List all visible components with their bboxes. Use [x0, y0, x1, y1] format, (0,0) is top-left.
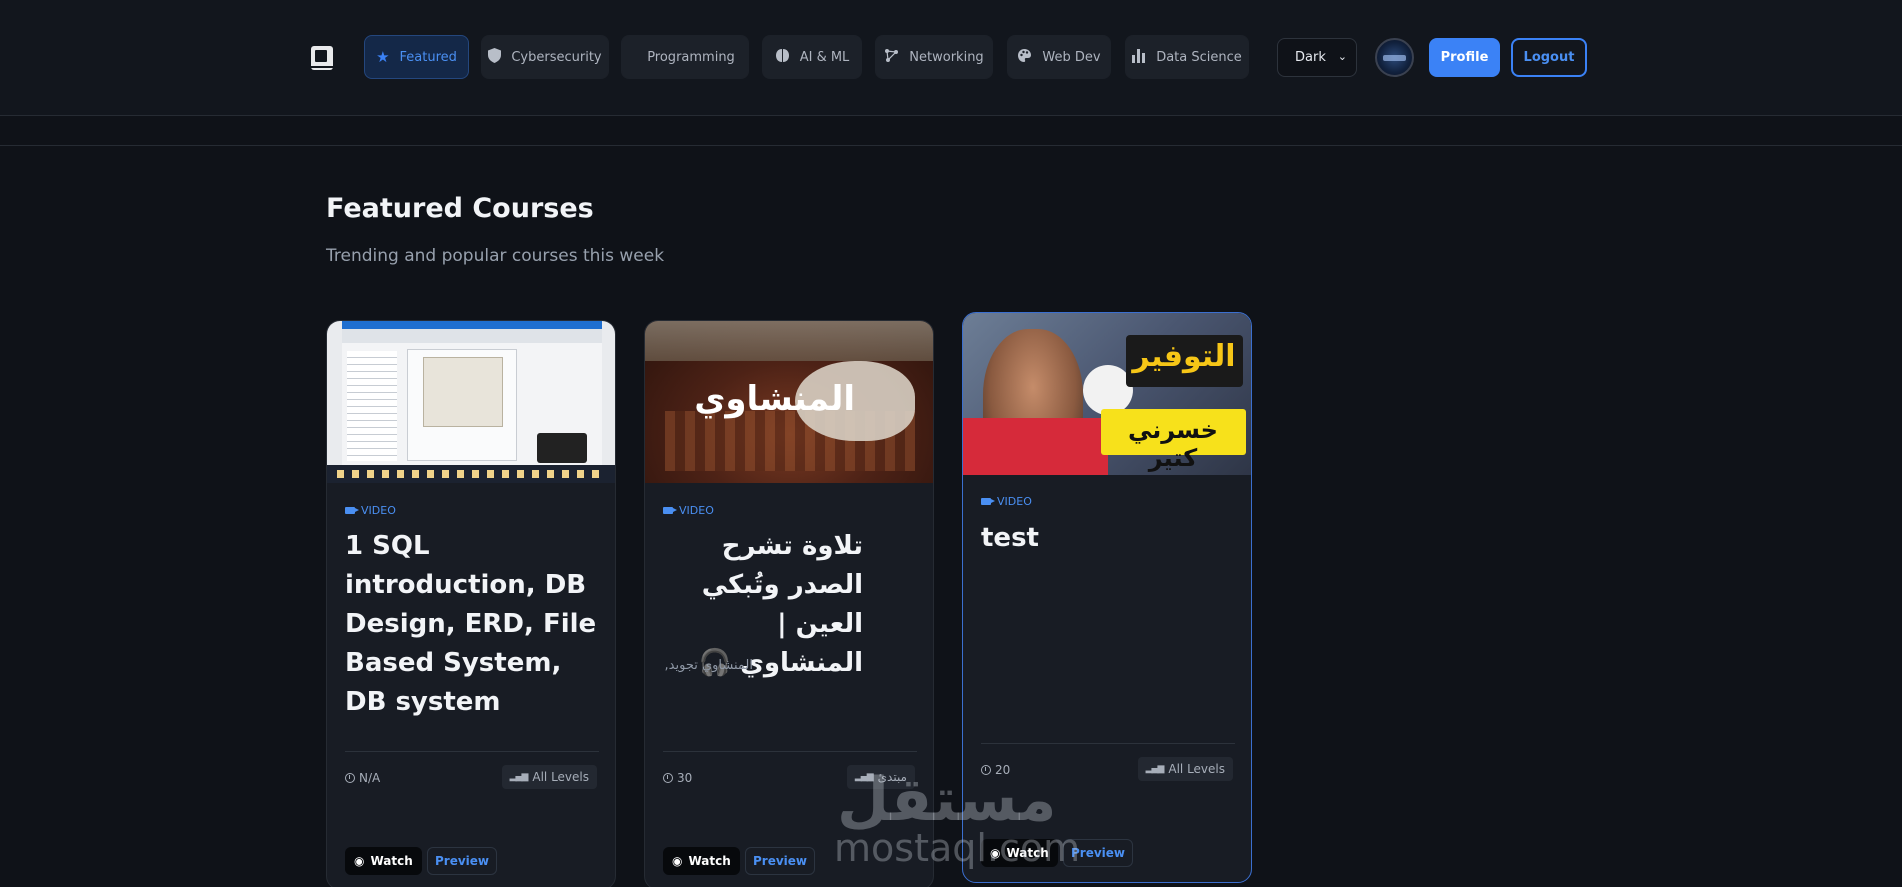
- eye-icon: ◉: [990, 846, 1001, 860]
- course-thumbnail[interactable]: التوفير خسرني كتير: [963, 313, 1251, 475]
- video-icon: [345, 507, 359, 514]
- type-badge: VIDEO: [663, 504, 714, 517]
- type-label: VIDEO: [997, 495, 1032, 508]
- video-icon: [981, 498, 995, 505]
- nav-label: Cybersecurity: [511, 49, 602, 65]
- shield-icon: [488, 48, 502, 66]
- chart-bar-icon: [1132, 48, 1146, 66]
- duration: N/A: [345, 771, 380, 785]
- theme-select[interactable]: Dark ⌄: [1277, 38, 1357, 77]
- logout-button[interactable]: Logout: [1511, 38, 1587, 77]
- signal-bars-icon: ▂▄▆: [509, 772, 529, 782]
- divider: [981, 743, 1235, 744]
- nav-networking[interactable]: Networking: [875, 35, 993, 79]
- type-label: VIDEO: [679, 504, 714, 517]
- preview-button[interactable]: Preview: [745, 847, 815, 875]
- signal-bars-icon: ▂▄▆: [854, 772, 874, 782]
- thumbnail-text: المنشاوي: [694, 379, 855, 419]
- network-icon: [884, 48, 899, 66]
- type-badge: VIDEO: [981, 495, 1032, 508]
- palette-icon: [1017, 48, 1032, 66]
- nav-ai-ml[interactable]: AI & ML: [762, 35, 862, 79]
- level-value: مبتدئ: [877, 770, 907, 784]
- watch-button[interactable]: ◉ Watch: [981, 839, 1058, 867]
- clock-icon: [663, 773, 673, 783]
- nav-cybersecurity[interactable]: Cybersecurity: [481, 35, 609, 79]
- divider: [0, 145, 1902, 146]
- nav-label: Web Dev: [1042, 49, 1101, 65]
- brain-icon: [775, 48, 790, 66]
- video-icon: [663, 507, 677, 514]
- chevron-down-icon: ⌄: [1337, 50, 1347, 63]
- watch-button[interactable]: ◉ Watch: [345, 847, 422, 875]
- duration: 20: [981, 763, 1010, 777]
- course-card[interactable]: التوفير خسرني كتير VIDEO test 20 ▂▄▆ All…: [962, 312, 1252, 883]
- duration: 30: [663, 771, 692, 785]
- signal-bars-icon: ▂▄▆: [1145, 764, 1165, 774]
- course-thumbnail[interactable]: المنشاوي: [645, 321, 933, 483]
- watch-button[interactable]: ◉ Watch: [663, 847, 740, 875]
- nav-label: Programming: [647, 49, 735, 65]
- course-title[interactable]: 1 SQL introduction, DB Design, ERD, File…: [345, 527, 601, 722]
- level-value: All Levels: [532, 770, 589, 784]
- course-title[interactable]: test: [981, 519, 1237, 558]
- course-description: المنشاوي تجويد,: [664, 658, 753, 673]
- type-label: VIDEO: [361, 504, 396, 517]
- level-badge: ▂▄▆ All Levels: [501, 765, 597, 789]
- section-subtitle: Trending and popular courses this week: [326, 246, 665, 266]
- duration-value: 20: [995, 763, 1011, 777]
- section-title: Featured Courses: [326, 193, 594, 224]
- nav-label: Featured: [399, 49, 457, 65]
- avatar[interactable]: [1375, 38, 1414, 77]
- thumbnail-text: التوفير: [1132, 339, 1236, 374]
- preview-button[interactable]: Preview: [1063, 839, 1133, 867]
- star-icon: ★: [376, 47, 390, 66]
- eye-icon: ◉: [672, 854, 683, 868]
- watch-label: Watch: [370, 854, 413, 868]
- thumbnail-text: خسرني كتير: [1128, 416, 1218, 472]
- duration-value: 30: [677, 771, 693, 785]
- type-badge: VIDEO: [345, 504, 396, 517]
- nav-data-science[interactable]: Data Science: [1125, 35, 1249, 79]
- preview-button[interactable]: Preview: [427, 847, 497, 875]
- clock-icon: [345, 773, 355, 783]
- nav-label: Networking: [909, 49, 984, 65]
- course-card[interactable]: VIDEO 1 SQL introduction, DB Design, ERD…: [326, 320, 616, 887]
- nav-label: AI & ML: [799, 49, 850, 65]
- nav-web-dev[interactable]: Web Dev: [1007, 35, 1111, 79]
- book-icon[interactable]: [311, 46, 333, 70]
- divider: [345, 751, 599, 752]
- course-card[interactable]: المنشاوي VIDEO تلاوة تشرح الصدر وتُبكي ا…: [644, 320, 934, 887]
- theme-select-value: Dark: [1295, 50, 1326, 65]
- course-thumbnail[interactable]: [327, 321, 615, 483]
- level-value: All Levels: [1168, 762, 1225, 776]
- divider: [663, 751, 917, 752]
- nav-programming[interactable]: Programming: [621, 35, 749, 79]
- nav-featured[interactable]: ★ Featured: [364, 35, 469, 79]
- clock-icon: [981, 765, 991, 775]
- eye-icon: ◉: [354, 854, 365, 868]
- watch-label: Watch: [1006, 846, 1049, 860]
- duration-value: N/A: [359, 771, 381, 785]
- nav-label: Data Science: [1156, 49, 1242, 65]
- watch-label: Watch: [688, 854, 731, 868]
- level-badge: ▂▄▆ All Levels: [1137, 757, 1233, 781]
- profile-button[interactable]: Profile: [1429, 38, 1500, 77]
- level-badge: ▂▄▆ مبتدئ: [846, 765, 915, 789]
